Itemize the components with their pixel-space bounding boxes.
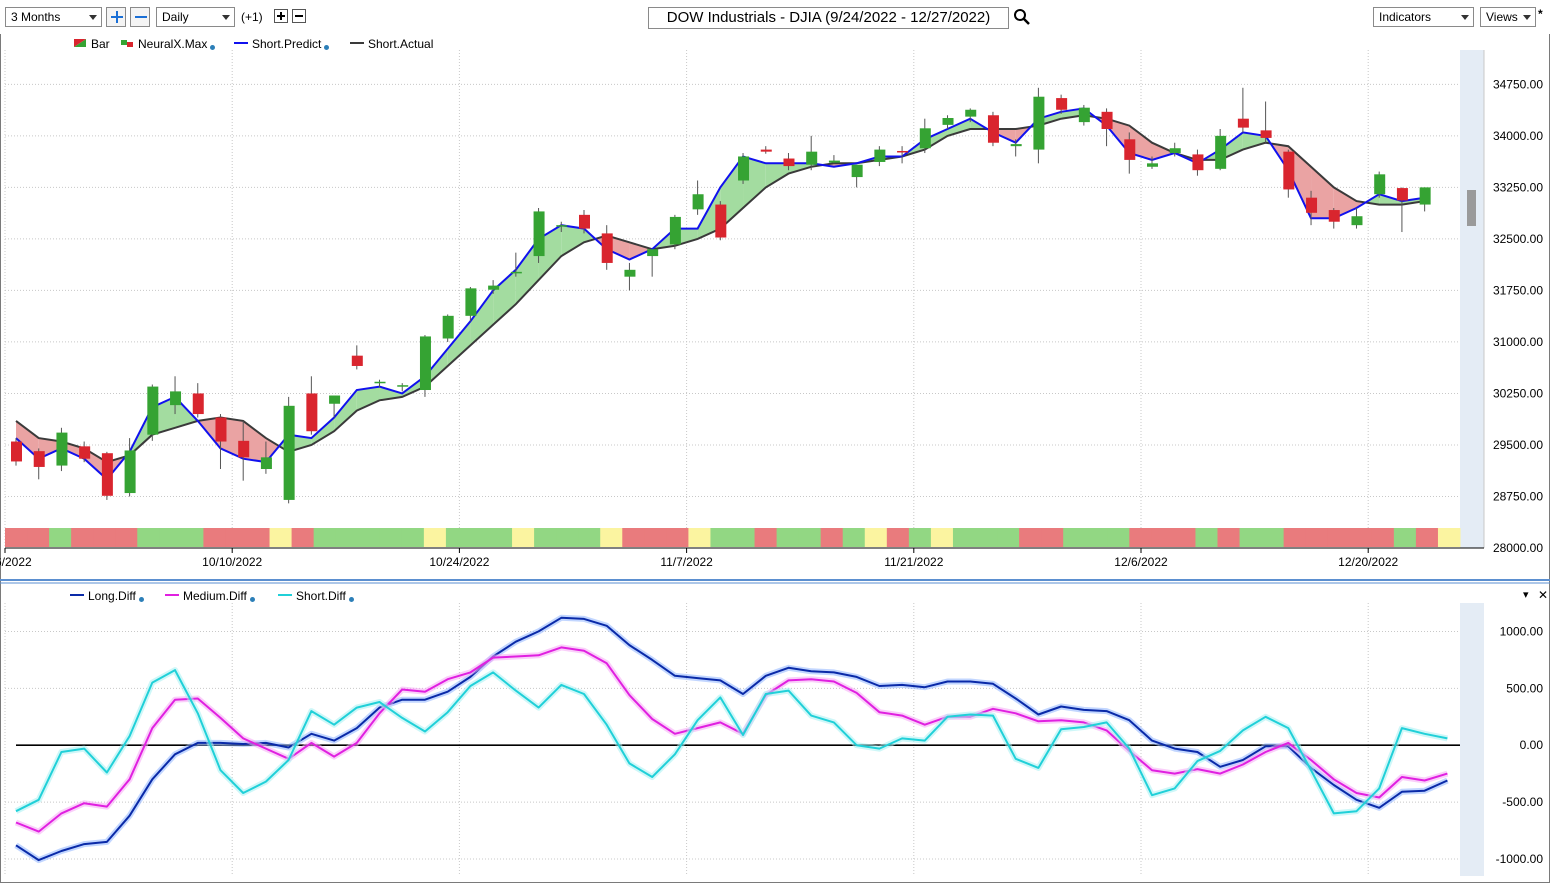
legend-label: Bar xyxy=(91,37,110,51)
legend-item[interactable]: Medium.Diff xyxy=(165,589,255,603)
search-icon[interactable] xyxy=(1013,8,1031,26)
interval-select[interactable]: Daily xyxy=(156,7,235,27)
legend-swatch xyxy=(165,594,179,596)
legend-label: Long.Diff xyxy=(88,589,136,603)
interval-select-value: Daily xyxy=(162,10,189,24)
legend-settings-dot[interactable] xyxy=(138,597,144,602)
chevron-down-icon xyxy=(1523,15,1531,20)
legend-label: NeuralX.Max xyxy=(138,37,208,51)
legend-label: Short.Diff xyxy=(296,589,346,603)
legend-item[interactable]: Bar xyxy=(73,37,110,51)
views-asterisk: * xyxy=(1538,7,1543,21)
indicators-select-value: Indicators xyxy=(1379,10,1432,24)
swatch-shape xyxy=(121,40,127,45)
chart-title[interactable]: DOW Industrials - DJIA (9/24/2022 - 12/2… xyxy=(648,7,1009,29)
chevron-down-icon xyxy=(1461,15,1469,20)
legend-item[interactable]: Short.Actual xyxy=(350,37,433,51)
swatch-shape xyxy=(127,42,133,47)
chevron-down-icon xyxy=(222,15,230,20)
legend-label: Medium.Diff xyxy=(183,589,247,603)
period-select[interactable]: 3 Months xyxy=(5,7,102,27)
legend-item[interactable]: Long.Diff xyxy=(70,589,144,603)
period-select-value: 3 Months xyxy=(11,10,61,24)
legend-label: Short.Predict xyxy=(252,37,322,51)
close-panel-icon[interactable]: ✕ xyxy=(1538,588,1548,602)
legend-item[interactable]: Short.Diff xyxy=(278,589,354,603)
views-select[interactable]: Views xyxy=(1480,7,1536,27)
chevron-down-icon xyxy=(89,15,97,20)
app-frame xyxy=(0,0,1550,883)
legend-swatch xyxy=(350,42,364,44)
legend-item[interactable]: NeuralX.Max xyxy=(120,37,216,51)
legend-settings-dot[interactable] xyxy=(249,597,255,602)
indicators-select[interactable]: Indicators xyxy=(1373,7,1474,27)
offset-label: (+1) xyxy=(241,10,263,24)
views-select-value: Views xyxy=(1486,10,1518,24)
legend-item[interactable]: Short.Predict xyxy=(234,37,330,51)
collapse-panel-icon[interactable]: ▾ xyxy=(1523,588,1529,601)
legend-swatch xyxy=(70,594,84,596)
legend-label: Short.Actual xyxy=(368,37,434,51)
legend-swatch xyxy=(121,40,133,47)
legend-settings-dot[interactable] xyxy=(324,45,330,50)
minus-icon xyxy=(295,15,303,17)
offset-decrease-button[interactable] xyxy=(292,9,306,23)
legend-swatch xyxy=(278,594,292,596)
legend-swatch xyxy=(234,42,248,44)
legend-settings-dot[interactable] xyxy=(348,597,354,602)
zoom-out-button[interactable] xyxy=(130,7,150,27)
legend-swatch xyxy=(74,39,86,47)
minus-icon xyxy=(135,16,147,18)
offset-increase-button[interactable] xyxy=(274,9,288,23)
toolbar: 3 Months Daily (+1) DOW Industrials - DJ… xyxy=(0,0,1550,34)
legend-settings-dot[interactable] xyxy=(210,45,216,50)
zoom-in-button[interactable] xyxy=(106,7,126,27)
